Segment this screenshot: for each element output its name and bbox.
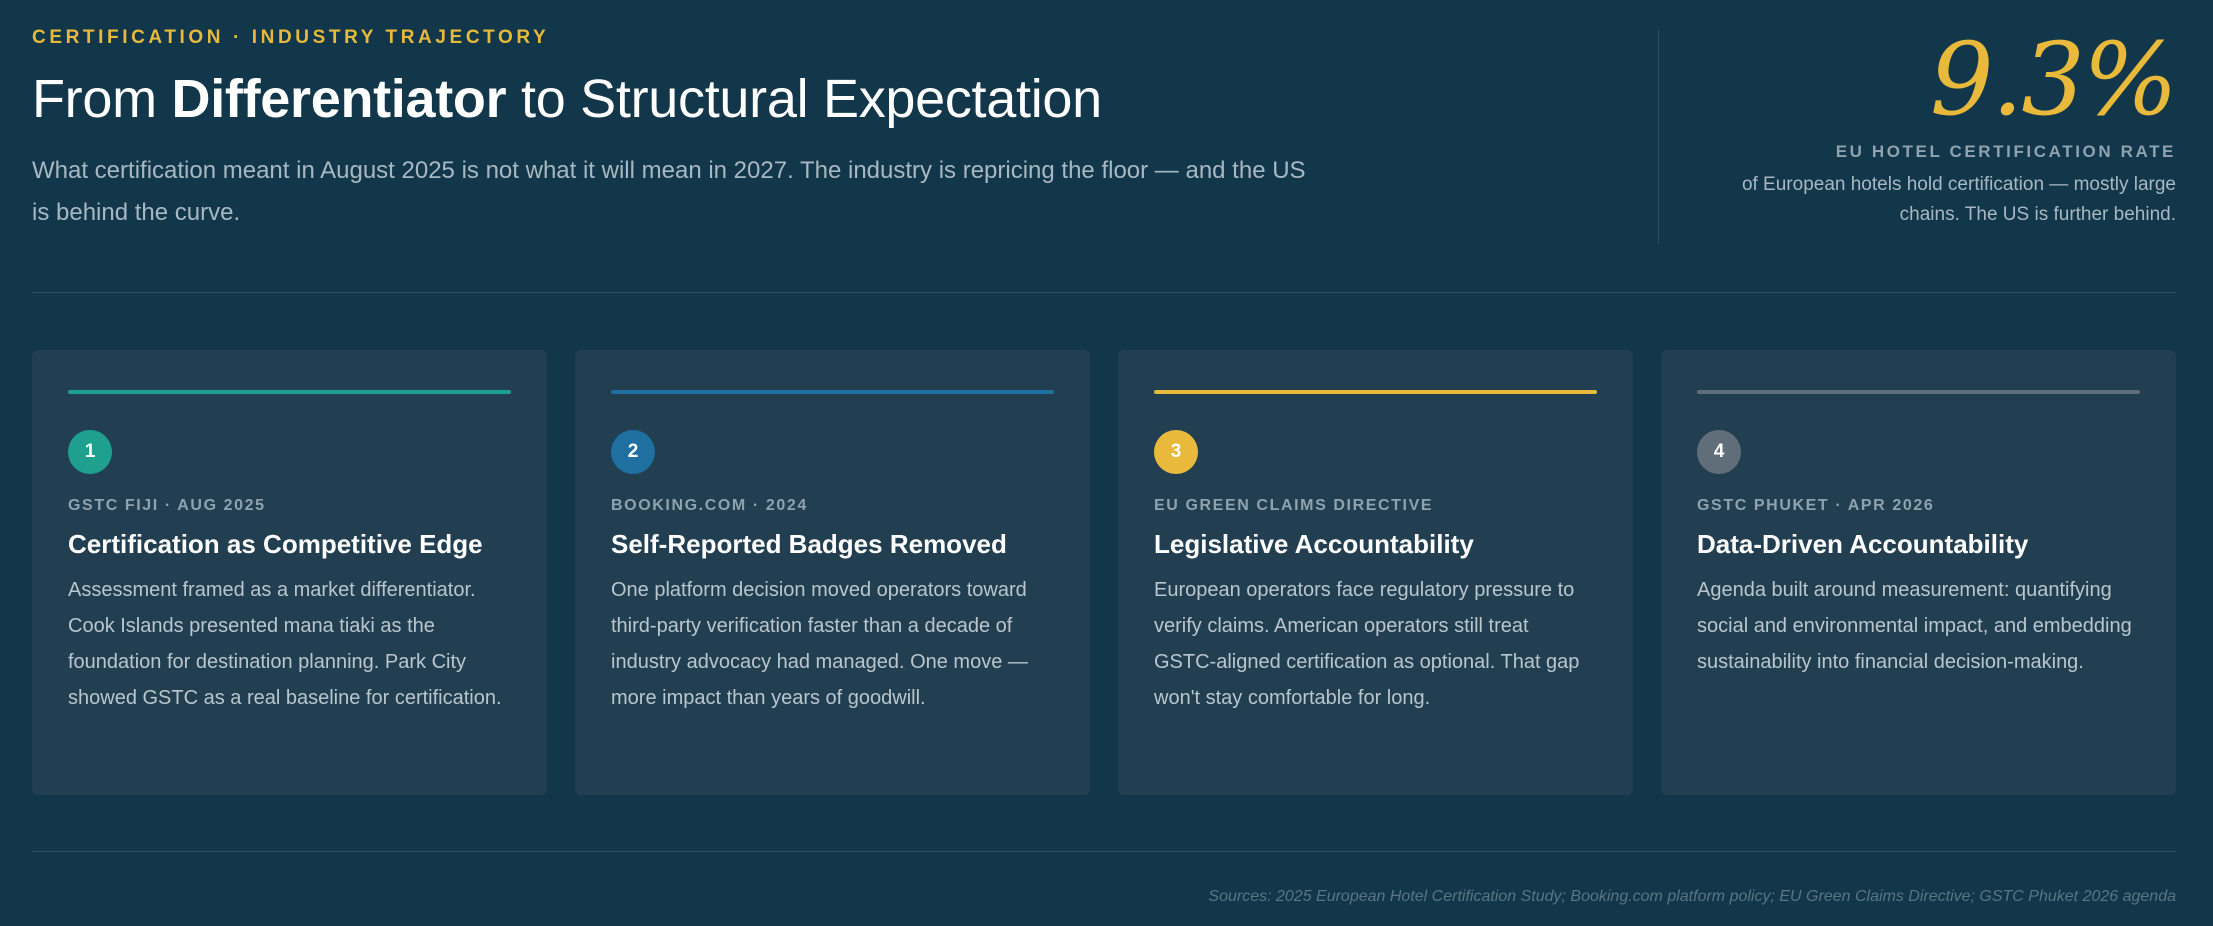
card-number-badge: 2 [611,430,655,474]
title-suffix: to Structural Expectation [506,69,1102,129]
card-body: European operators face regulatory press… [1154,579,1580,709]
sources-note: Sources: 2025 European Hotel Certificati… [1208,888,2176,905]
title-emphasis: Differentiator [171,69,507,129]
card-accent-bar [68,390,511,394]
card-2: 2 BOOKING.COM · 2024 Self-Reported Badge… [575,350,1090,795]
eyebrow-label: CERTIFICATION · INDUSTRY TRAJECTORY [32,27,550,48]
header-divider [1658,30,1659,244]
card-accent-bar [1154,390,1597,394]
title-prefix: From [32,69,172,129]
stat-value: 9.3% [1929,21,2178,138]
page-title: From Differentiator to Structural Expect… [32,68,1102,130]
stat-callout: 9.3% EU HOTEL CERTIFICATION RATE of Euro… [1696,21,2178,230]
card-title: Self-Reported Badges Removed [611,529,1007,559]
card-number-badge: 1 [68,430,112,474]
page-subtitle: What certification meant in August 2025 … [32,157,1306,226]
card-tag: GSTC FIJI · AUG 2025 [68,497,266,514]
bottom-divider [32,851,2176,852]
card-tag: BOOKING.COM · 2024 [611,497,808,514]
top-divider [32,292,2176,293]
card-title: Data-Driven Accountability [1697,529,2029,559]
page: CERTIFICATION · INDUSTRY TRAJECTORY From… [32,0,2178,926]
card-body: Assessment framed as a market differenti… [68,579,502,709]
card-title: Legislative Accountability [1154,529,1474,559]
card-3: 3 EU GREEN CLAIMS DIRECTIVE Legislative … [1118,350,1633,795]
card-number-badge: 4 [1697,430,1741,474]
card-accent-bar [1697,390,2140,394]
card-4: 4 GSTC PHUKET · APR 2026 Data-Driven Acc… [1661,350,2176,795]
card-1: 1 GSTC FIJI · AUG 2025 Certification as … [32,350,547,795]
card-accent-bar [611,390,1054,394]
card-tag: EU GREEN CLAIMS DIRECTIVE [1154,497,1434,514]
card-body: Agenda built around measurement: quantif… [1697,579,2132,673]
stat-label: EU HOTEL CERTIFICATION RATE [1835,142,2176,161]
card-number-badge: 3 [1154,430,1198,474]
card-body: One platform decision moved operators to… [611,579,1028,709]
cards-row: 1 GSTC FIJI · AUG 2025 Certification as … [32,350,2176,795]
card-title: Certification as Competitive Edge [68,529,483,559]
stat-description: of European hotels hold certification — … [1741,174,2176,225]
header: CERTIFICATION · INDUSTRY TRAJECTORY From… [32,0,2178,292]
card-tag: GSTC PHUKET · APR 2026 [1697,497,1935,514]
